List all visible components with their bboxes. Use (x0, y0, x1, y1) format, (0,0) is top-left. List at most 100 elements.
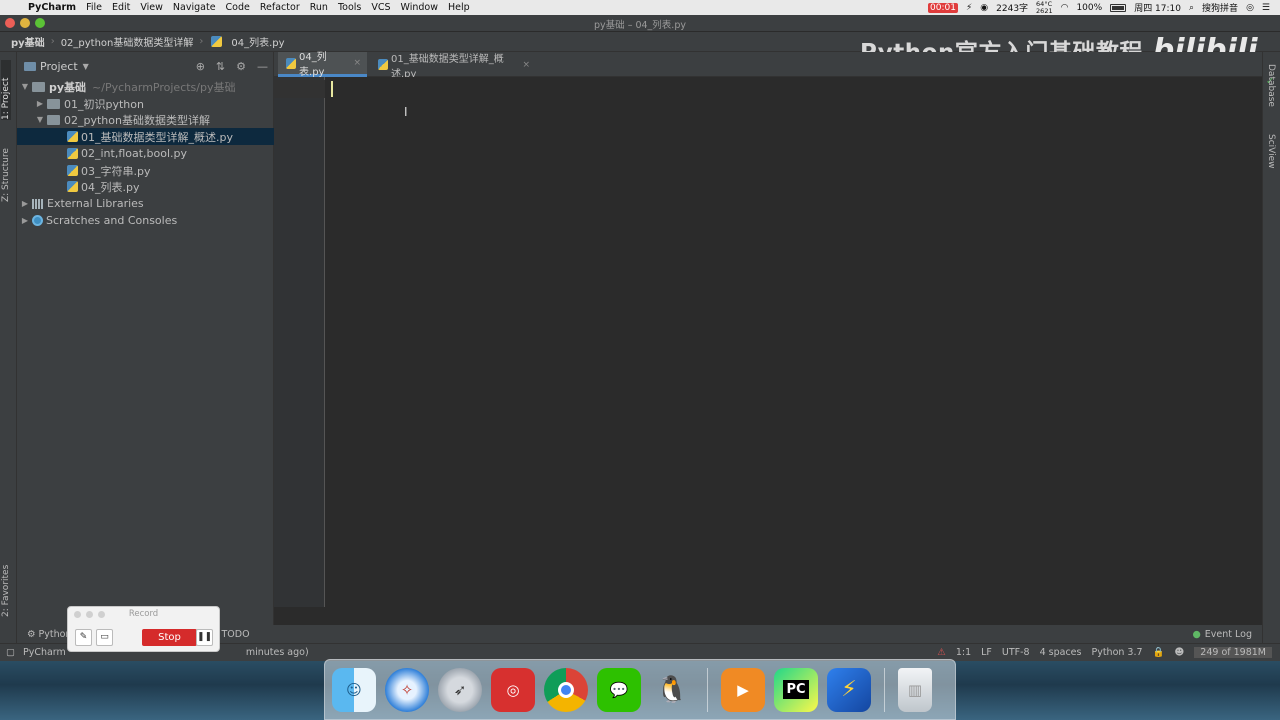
thunder-icon[interactable]: ⚡ (827, 667, 871, 712)
status-message-end[interactable]: minutes ago) (246, 647, 309, 658)
python-file-icon (378, 59, 388, 70)
notification-icon[interactable]: ☰ (1262, 3, 1270, 13)
tree-item-label: 04_列表.py (81, 180, 140, 194)
close-icon[interactable]: × (353, 58, 361, 68)
python-file-icon (67, 148, 78, 159)
tab-structure-tool[interactable]: Z: Structure (1, 134, 11, 202)
tree-item-folder-01[interactable]: ▶ 01_初识python (17, 95, 274, 112)
chevron-down-icon[interactable]: ▼ (35, 115, 45, 124)
code-editor[interactable]: I (274, 77, 1262, 644)
hide-icon[interactable]: — (257, 60, 268, 73)
chrome-icon[interactable] (544, 667, 588, 712)
menu-code[interactable]: Code (226, 2, 258, 13)
menu-vcs[interactable]: VCS (371, 2, 398, 13)
tree-item-external-libraries[interactable]: ▶ External Libraries (17, 195, 274, 212)
menu-refactor[interactable]: Refactor (260, 2, 308, 13)
word-count[interactable]: 2243字 (996, 1, 1028, 14)
line-gutter[interactable] (274, 77, 325, 607)
editor-tabs: 04_列表.py × 01_基础数据类型详解_概述.py × (274, 52, 1262, 80)
menu-edit[interactable]: Edit (112, 2, 138, 13)
caret-position[interactable]: 1:1 (956, 647, 971, 658)
search-icon[interactable]: ⌕ (1189, 3, 1194, 13)
gear-icon[interactable]: ⚙ (236, 60, 246, 73)
tree-item-project-root[interactable]: ▼ py基础 ~/PycharmProjects/py基础 (17, 78, 274, 95)
wechat-icon[interactable]: 💬 (597, 667, 641, 712)
macos-menubar: PyCharm File Edit View Navigate Code Ref… (0, 0, 1280, 15)
tab-project-tool[interactable]: 1: Project (1, 60, 11, 120)
pause-button[interactable]: ❚❚ (196, 629, 213, 646)
event-log-tab[interactable]: Event Log (1205, 629, 1252, 640)
menu-file[interactable]: File (86, 2, 110, 13)
breadcrumb-project[interactable]: py基础 (11, 34, 45, 49)
launchpad-icon[interactable]: ➶ (438, 667, 482, 712)
tree-item-file-01[interactable]: 01_基础数据类型详解_概述.py (17, 128, 274, 145)
dropdown-arrow-icon[interactable]: ▼ (83, 62, 89, 71)
temperature[interactable]: 64°C 2621 (1036, 0, 1053, 15)
input-method[interactable]: 搜狗拼音 (1202, 1, 1238, 14)
pen-button[interactable]: ✎ (75, 629, 92, 646)
video-player-icon[interactable]: ▶ (721, 667, 765, 712)
tool-window-toggle-icon[interactable]: ▢ (6, 647, 15, 658)
lock-icon[interactable]: 🔒 (1153, 647, 1165, 658)
menu-tools[interactable]: Tools (338, 2, 369, 13)
qq-icon[interactable]: 🐧 (650, 668, 694, 712)
netease-music-icon[interactable]: ◎ (491, 667, 535, 712)
tab-database-tool[interactable]: Database (1266, 64, 1276, 107)
tree-item-file-02[interactable]: 02_int,float,bool.py (17, 145, 274, 162)
project-panel-header: Project ▼ ⊕ ⇅ ⚙ — (17, 57, 274, 75)
pycharm-icon[interactable]: PC (774, 667, 818, 712)
battery-percent[interactable]: 100% (1076, 3, 1102, 13)
tree-item-file-04[interactable]: 04_列表.py (17, 178, 274, 195)
close-icon[interactable]: × (522, 60, 530, 70)
indent-setting[interactable]: 4 spaces (1040, 647, 1082, 658)
menu-app[interactable]: PyCharm (28, 2, 84, 13)
menu-help[interactable]: Help (448, 2, 478, 13)
record-title: Record (128, 609, 159, 619)
tab-sciview-tool[interactable]: SciView (1266, 134, 1276, 169)
project-view-selector[interactable]: Project (40, 60, 78, 73)
menubar-status-area: 00:01 ⚡ ◉ 2243字 64°C 2621 ◠ 100% 周四 17:1… (928, 0, 1280, 15)
inspection-icon[interactable]: ⚠ (937, 647, 946, 658)
wifi-icon[interactable]: ◠ (1061, 3, 1069, 13)
safari-icon[interactable]: ✧ (385, 667, 429, 712)
text-caret (331, 81, 333, 97)
menu-view[interactable]: View (140, 2, 171, 13)
wechat-status-icon[interactable]: ◉ (980, 3, 988, 13)
tree-item-scratches[interactable]: ▶ Scratches and Consoles (17, 212, 274, 229)
tab-01-overview[interactable]: 01_基础数据类型详解_概述.py × (370, 52, 536, 80)
breadcrumb-file[interactable]: 04_列表.py (231, 34, 284, 49)
locate-icon[interactable]: ⊕ (196, 60, 205, 73)
tree-item-file-03[interactable]: 03_字符串.py (17, 162, 274, 179)
memory-indicator[interactable]: 249 of 1981M (1194, 647, 1272, 658)
breadcrumb-folder[interactable]: 02_python基础数据类型详解 (61, 34, 194, 49)
menu-navigate[interactable]: Navigate (173, 2, 224, 13)
right-tool-strip: ✓ Database SciView (1262, 52, 1280, 644)
line-separator[interactable]: LF (981, 647, 992, 658)
clock[interactable]: 周四 17:10 (1134, 1, 1181, 14)
menu-window[interactable]: Window (401, 2, 446, 13)
hector-icon[interactable]: ☻ (1174, 647, 1184, 658)
recording-time[interactable]: 00:01 (928, 2, 958, 13)
chevron-right-icon[interactable]: ▶ (20, 216, 30, 225)
menu-run[interactable]: Run (310, 2, 336, 13)
interpreter[interactable]: Python 3.7 (1091, 647, 1142, 658)
sciview-tab-label: SciView (1266, 134, 1276, 169)
tree-item-label: py基础 (49, 80, 87, 94)
tab-favorites-tool[interactable]: 2: Favorites (1, 549, 11, 617)
macos-dock: ☺ ✧ ➶ ◎ 💬 🐧 ▶ PC ⚡ ▥ (324, 659, 956, 720)
chevron-right-icon[interactable]: ▶ (35, 99, 45, 108)
tree-item-folder-02[interactable]: ▼ 02_python基础数据类型详解 (17, 111, 274, 128)
siri-icon[interactable]: ◎ (1246, 3, 1254, 13)
chevron-right-icon[interactable]: ▶ (20, 199, 30, 208)
bolt-icon[interactable]: ⚡ (966, 3, 972, 13)
todo-tab[interactable]: TODO (221, 629, 249, 640)
collapse-icon[interactable]: ⇅ (216, 60, 225, 73)
tab-04-list[interactable]: 04_列表.py × (278, 52, 367, 78)
trash-icon[interactable]: ▥ (898, 667, 932, 712)
rect-button[interactable]: ▭ (96, 629, 113, 646)
finder-icon[interactable]: ☺ (332, 667, 376, 712)
stop-button[interactable]: Stop (142, 629, 197, 646)
status-message-start[interactable]: PyCharm (23, 647, 66, 658)
file-encoding[interactable]: UTF-8 (1002, 647, 1030, 658)
chevron-down-icon[interactable]: ▼ (20, 82, 30, 91)
